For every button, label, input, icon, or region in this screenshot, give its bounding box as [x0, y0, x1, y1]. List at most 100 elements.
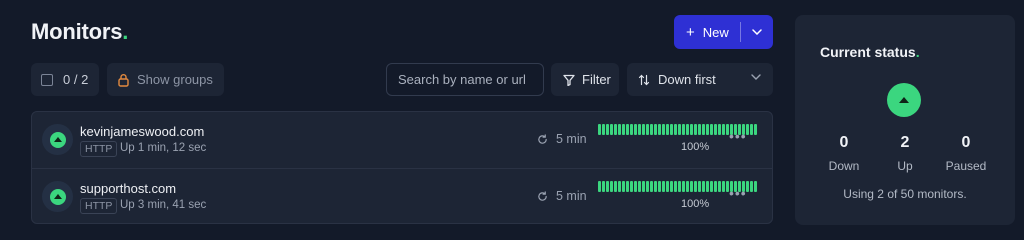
monitor-uptime: Up 3 min, 41 sec	[120, 199, 207, 211]
monitor-name[interactable]: supporthost.com	[80, 181, 176, 196]
plus-icon: +	[686, 23, 695, 41]
new-monitor-button[interactable]: + New	[674, 15, 773, 49]
heartbeat-beat	[698, 124, 701, 135]
sort-select[interactable]: Down first	[627, 63, 773, 96]
heartbeat-beat	[714, 124, 717, 135]
check-interval: 5 min	[537, 132, 587, 146]
heartbeat-beat	[634, 181, 637, 192]
heartbeat-beat	[598, 181, 601, 192]
filter-label: Filter	[582, 72, 611, 87]
stat-down: 0 Down	[814, 134, 874, 173]
stat-paused: 0 Paused	[936, 134, 996, 173]
monitor-name[interactable]: kevinjameswood.com	[80, 124, 204, 139]
page-title: Monitors.	[31, 19, 129, 44]
select-all-toggle[interactable]: 0 / 2	[31, 63, 99, 96]
heartbeat-beat	[718, 124, 721, 135]
monitor-row[interactable]: kevinjameswood.com HTTP Up 1 min, 12 sec…	[32, 112, 772, 168]
heartbeat-beat	[750, 124, 753, 135]
heartbeat-beat	[650, 181, 653, 192]
arrow-up-icon	[53, 194, 62, 199]
heartbeat-beat	[606, 124, 609, 135]
heartbeat-beat	[674, 181, 677, 192]
uptime-percent: 100%	[681, 198, 710, 210]
heartbeat-beat	[618, 181, 621, 192]
heartbeat-beat	[626, 181, 629, 192]
heartbeat-beat	[658, 181, 661, 192]
heartbeat-beat	[642, 124, 645, 135]
up-count: 2	[900, 134, 910, 151]
heartbeat-beat	[706, 181, 709, 192]
sort-label: Down first	[658, 72, 716, 87]
heartbeat-beat	[686, 124, 689, 135]
heartbeat-beat	[666, 181, 669, 192]
heartbeat-beat	[614, 124, 617, 135]
heartbeat-beat	[622, 181, 625, 192]
show-groups-label: Show groups	[137, 72, 213, 87]
heartbeat-beat	[706, 124, 709, 135]
heartbeat-beat	[690, 181, 693, 192]
chevron-down-icon	[752, 29, 762, 35]
down-count: 0	[839, 134, 849, 151]
heartbeat-beat	[674, 124, 677, 135]
more-actions-button[interactable]: •••	[729, 185, 747, 201]
search-placeholder: Search by name or url	[398, 72, 526, 87]
heartbeat-beat	[622, 124, 625, 135]
monitor-type-badge: HTTP	[80, 141, 118, 157]
heartbeat-beat	[626, 124, 629, 135]
check-interval: 5 min	[537, 189, 587, 203]
heartbeat-beat	[598, 124, 601, 135]
select-all-checkbox[interactable]	[41, 73, 53, 86]
chevron-down-icon	[751, 74, 761, 80]
heartbeat-beat	[658, 124, 661, 135]
new-button-main[interactable]: + New	[674, 15, 740, 49]
heartbeat-beat	[650, 124, 653, 135]
stat-up: 2 Up	[875, 134, 935, 173]
heartbeat-beat	[686, 181, 689, 192]
heartbeat-beat	[710, 181, 713, 192]
heartbeat-beat	[750, 181, 753, 192]
heartbeat-beat	[682, 181, 685, 192]
heartbeat-beat	[602, 124, 605, 135]
monitor-usage: Using 2 of 50 monitors.	[843, 187, 967, 201]
heartbeat-beat	[654, 181, 657, 192]
heartbeat-beat	[718, 181, 721, 192]
interval-label: 5 min	[556, 189, 587, 203]
heartbeat-beat	[670, 124, 673, 135]
monitor-list: kevinjameswood.com HTTP Up 1 min, 12 sec…	[31, 111, 773, 224]
heartbeat-beat	[614, 181, 617, 192]
heartbeat-beat	[710, 124, 713, 135]
heartbeat-beat	[606, 181, 609, 192]
show-groups-button[interactable]: Show groups	[107, 63, 224, 96]
heartbeat-beat	[690, 124, 693, 135]
search-input[interactable]: Search by name or url	[386, 63, 544, 96]
monitor-row[interactable]: supporthost.com HTTP Up 3 min, 41 sec 5 …	[32, 168, 772, 224]
heartbeat-beat	[754, 181, 757, 192]
heartbeat-beat	[618, 124, 621, 135]
monitor-uptime: Up 1 min, 12 sec	[120, 142, 207, 154]
down-label: Down	[828, 159, 860, 173]
heartbeat-beat	[646, 181, 649, 192]
heartbeat-beat	[714, 181, 717, 192]
heartbeat-beat	[662, 181, 665, 192]
monitor-type-badge: HTTP	[80, 198, 118, 214]
heartbeat-beat	[642, 181, 645, 192]
up-label: Up	[897, 159, 913, 173]
more-actions-button[interactable]: •••	[729, 128, 747, 144]
filter-icon	[563, 74, 575, 86]
arrow-up-icon	[899, 97, 909, 103]
status-panel-title: Current status.	[820, 44, 920, 60]
refresh-icon	[538, 190, 547, 201]
heartbeat-beat	[694, 181, 697, 192]
new-button-dropdown[interactable]	[741, 15, 773, 49]
current-status-panel: Current status. 0 Down 2 Up 0 Paused Usi…	[795, 15, 1015, 225]
heartbeat-beat	[722, 124, 725, 135]
filter-button[interactable]: Filter	[551, 63, 619, 96]
sort-icon	[638, 74, 650, 85]
heartbeat-beat	[698, 181, 701, 192]
paused-count: 0	[961, 134, 971, 151]
heartbeat-beat	[694, 124, 697, 135]
heartbeat-beat	[662, 124, 665, 135]
heartbeat-beat	[602, 181, 605, 192]
heartbeat-beat	[610, 124, 613, 135]
heartbeat-beat	[722, 181, 725, 192]
